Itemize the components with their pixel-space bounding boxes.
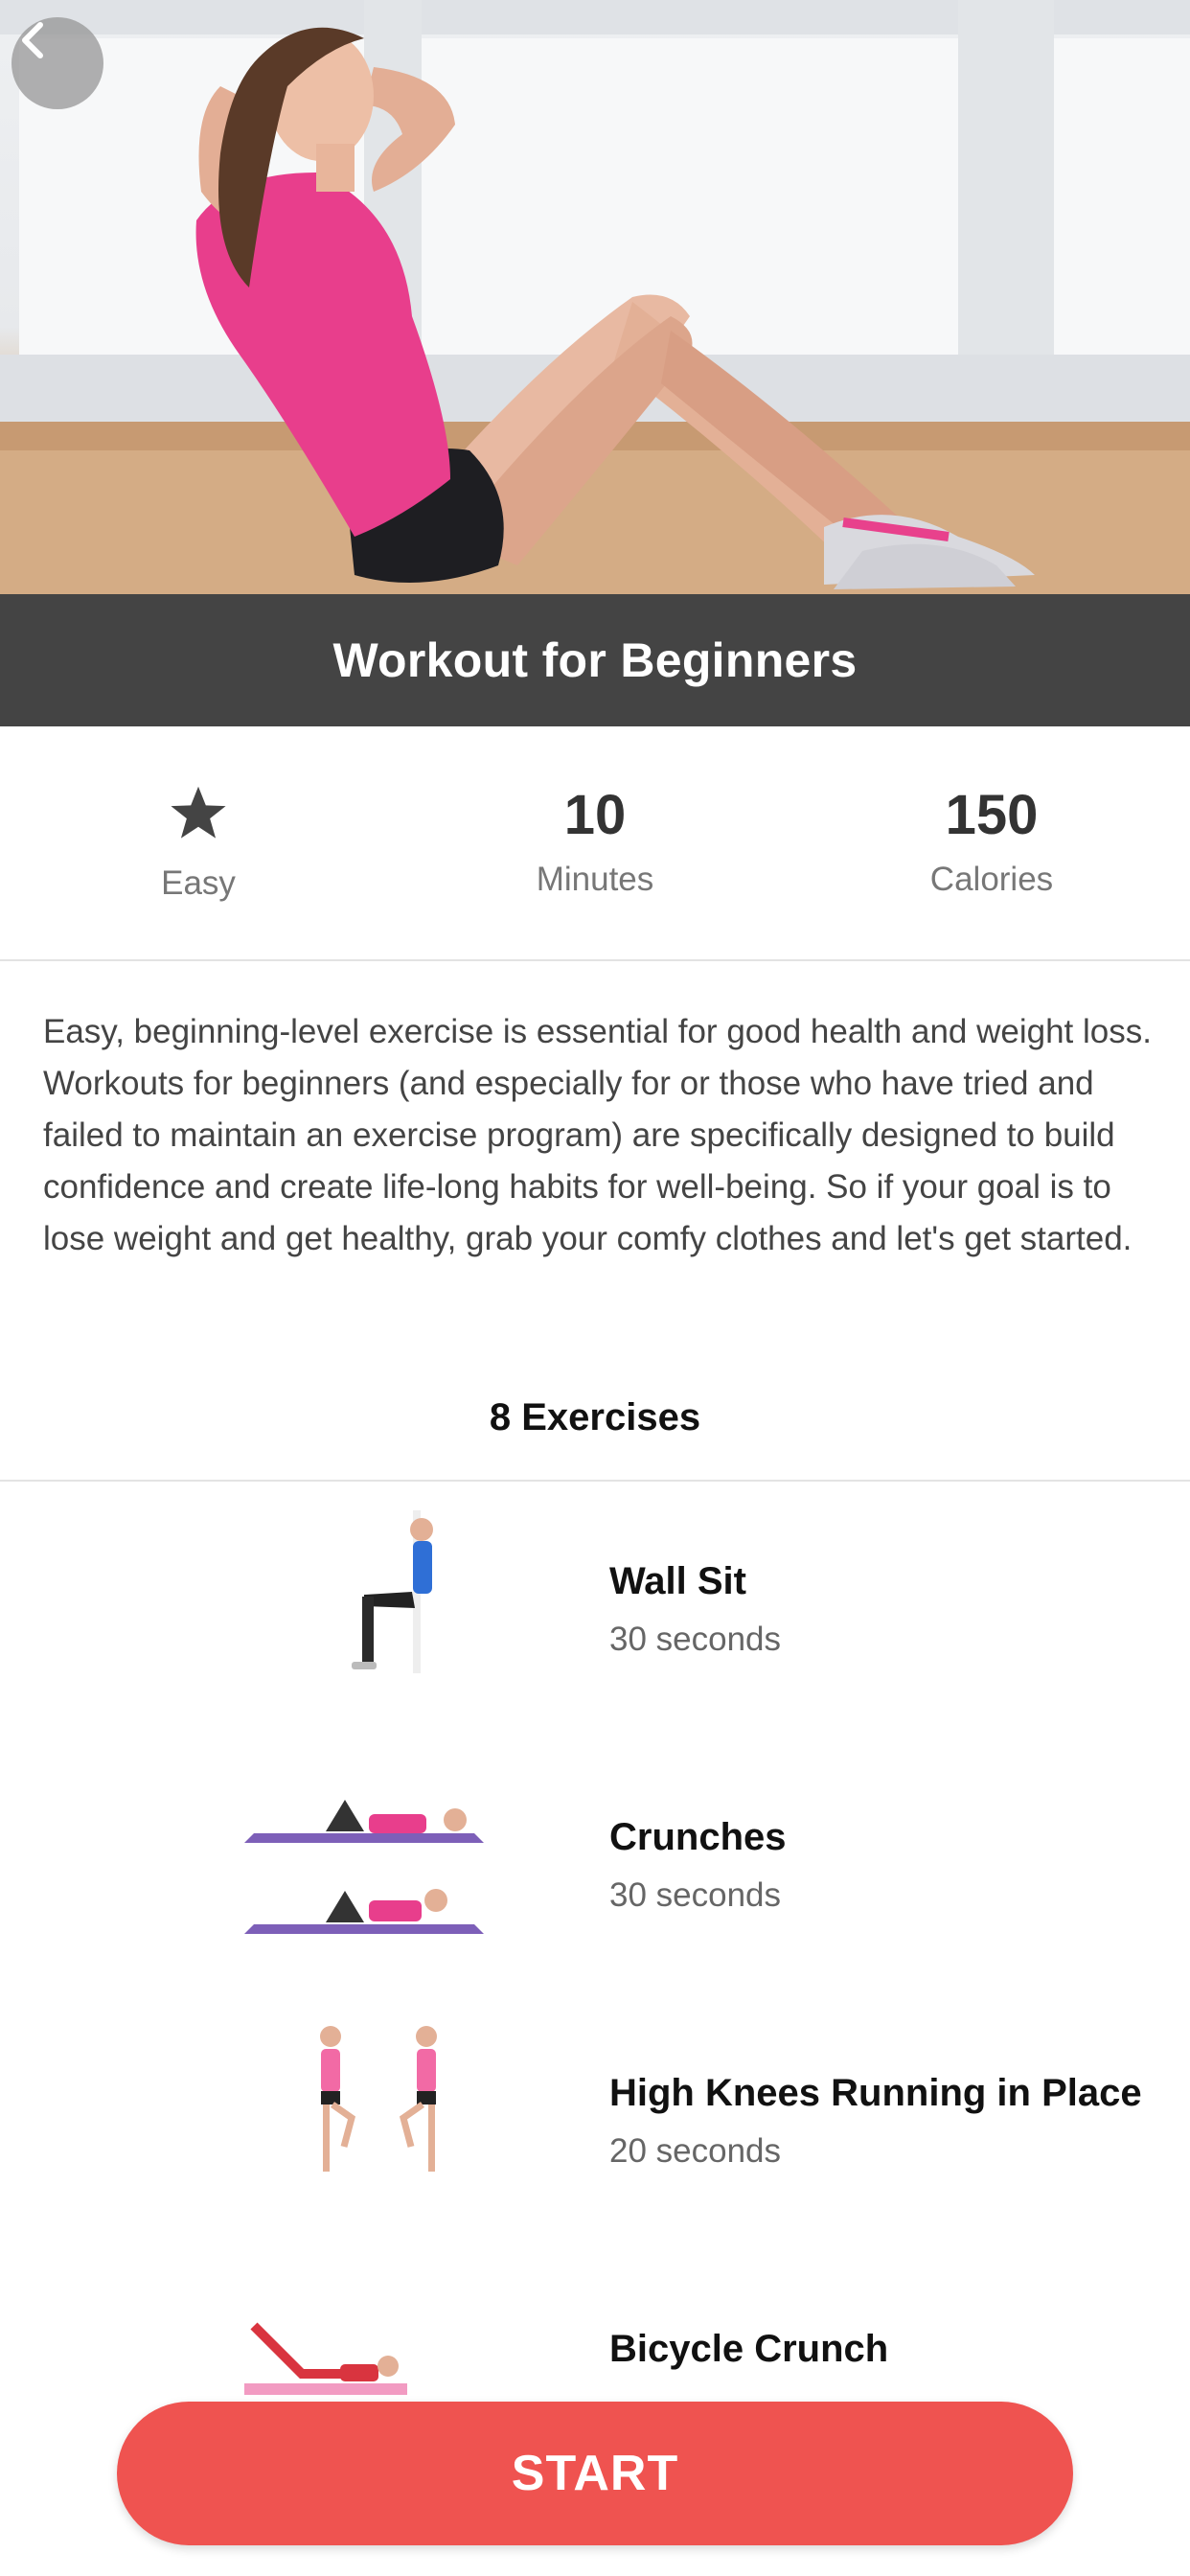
- page-title: Workout for Beginners: [332, 633, 858, 687]
- exercise-count: 8 Exercises: [489, 1396, 701, 1438]
- duration-value: 10: [563, 783, 627, 846]
- hero-image: [0, 0, 1190, 594]
- back-button[interactable]: [11, 17, 103, 109]
- start-button-label: START: [511, 2446, 679, 2501]
- exercise-name: Crunches: [609, 1816, 787, 1858]
- hero-illustration: [0, 0, 1190, 594]
- workout-description: Easy, beginning-level exercise is essent…: [43, 1013, 1152, 1257]
- list-item[interactable]: Crunches 30 seconds: [0, 1737, 1190, 1993]
- calories-value: 150: [945, 783, 1039, 846]
- duration-label: Minutes: [536, 860, 654, 898]
- difficulty-stat: Easy: [0, 726, 397, 959]
- difficulty-label: Easy: [161, 863, 236, 902]
- crunches-thumbnail: [244, 1800, 484, 1934]
- wall-sit-thumbnail: [352, 1510, 433, 1673]
- exercise-list: Wall Sit 30 seconds Crunches 30 seconds: [0, 1482, 1190, 2505]
- calories-label: Calories: [929, 860, 1054, 898]
- exercise-duration: 30 seconds: [609, 1621, 782, 1658]
- exercise-name: High Knees Running in Place: [609, 2072, 1142, 2114]
- duration-stat: 10 Minutes: [397, 726, 793, 959]
- list-item[interactable]: High Knees Running in Place 20 seconds: [0, 1993, 1190, 2249]
- stats-row: Easy 10 Minutes 150 Calories: [0, 726, 1190, 961]
- chevron-left-icon: [22, 22, 43, 58]
- start-button[interactable]: START: [117, 2402, 1073, 2545]
- exercise-duration: 30 seconds: [609, 1876, 782, 1914]
- exercise-name: Bicycle Crunch: [609, 2328, 889, 2370]
- title-bar: Workout for Beginners: [0, 594, 1190, 726]
- calories-stat: 150 Calories: [793, 726, 1190, 959]
- exercise-name: Wall Sit: [609, 1560, 746, 1602]
- star-icon: [171, 786, 226, 839]
- list-item[interactable]: Wall Sit 30 seconds: [0, 1482, 1190, 1737]
- high-knees-thumbnail: [320, 2026, 437, 2172]
- exercise-duration: 20 seconds: [609, 2132, 782, 2170]
